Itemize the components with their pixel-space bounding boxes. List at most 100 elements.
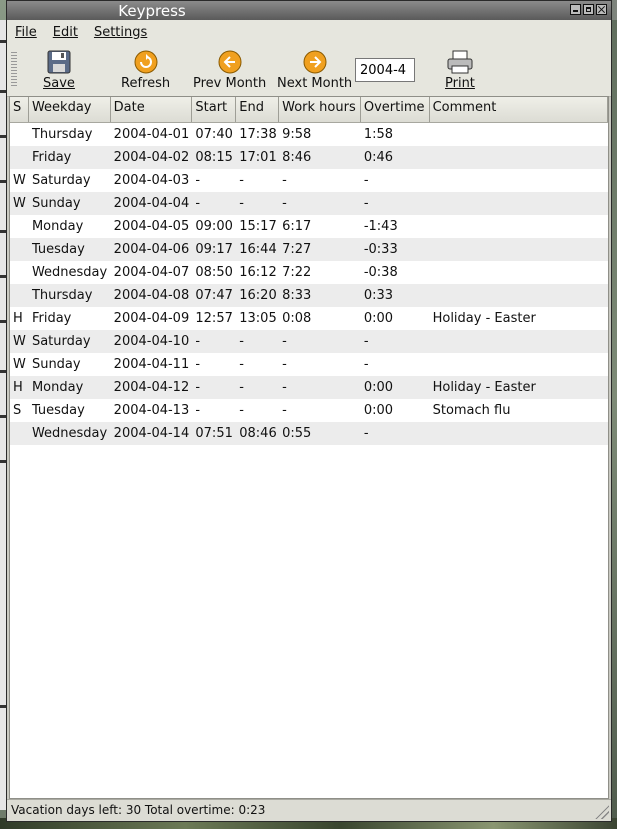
toolbar-grip[interactable] <box>11 52 17 86</box>
menu-file-label: File <box>15 24 37 40</box>
cell-weekday: Wednesday <box>31 426 108 441</box>
table-row[interactable]: W Saturday 2004-04-10- - - - <box>10 330 608 353</box>
cell-end: 16:44 <box>239 242 277 257</box>
cell-work-hours: - <box>282 403 287 418</box>
cell-date: 2004-04-01 <box>113 127 190 142</box>
cell-status: W <box>13 357 26 372</box>
cell-end: - <box>239 380 244 395</box>
cell-start: 08:15 <box>195 150 233 165</box>
arrow-left-icon <box>193 48 266 76</box>
printer-icon <box>445 48 475 76</box>
cell-date: 2004-04-02 <box>113 150 190 165</box>
refresh-button[interactable]: Refresh <box>121 48 170 92</box>
table-row[interactable]: Wednesday 2004-04-07 08:50 16:12 7:22 -0:38 <box>10 261 608 284</box>
column-header-overtime[interactable]: Overtime <box>360 97 430 122</box>
cell-work-hours: 9:58 <box>282 127 312 142</box>
cell-overtime: -0:33 <box>363 242 398 257</box>
month-input[interactable] <box>355 58 415 82</box>
table-row[interactable]: Friday 2004-04-02 08:15 17:01 8:46 0:46 <box>10 146 608 169</box>
menu-edit[interactable]: Edit <box>45 25 86 40</box>
cell-date: 2004-04-13 <box>113 403 190 418</box>
cell-work-hours: - <box>282 196 287 211</box>
menu-file[interactable]: File <box>7 25 45 40</box>
cell-overtime: -0:38 <box>363 265 398 280</box>
cell-overtime: 0:00 <box>363 311 394 326</box>
window-title: Keypress <box>118 2 186 20</box>
cell-comment: Stomach flu <box>432 403 511 418</box>
cell-start: - <box>195 380 201 395</box>
column-header-start[interactable]: Start <box>192 97 237 122</box>
cell-overtime: - <box>363 426 369 441</box>
close-button[interactable] <box>596 4 607 15</box>
cell-start: 09:00 <box>195 219 233 234</box>
cell-weekday: Saturday <box>31 173 91 188</box>
maximize-button[interactable] <box>583 4 594 15</box>
next-month-button-label: Next Month <box>277 76 353 91</box>
cell-date: 2004-04-09 <box>113 311 190 326</box>
print-button[interactable]: Print <box>445 48 475 92</box>
cell-weekday: Saturday <box>31 334 91 349</box>
title-bar[interactable]: Keypress <box>7 1 611 20</box>
cell-start: - <box>195 196 201 211</box>
cell-date: 2004-04-11 <box>113 357 190 372</box>
cell-start: 12:57 <box>195 311 233 326</box>
cell-start: - <box>195 173 201 188</box>
cell-weekday: Monday <box>31 380 84 395</box>
table-row[interactable]: S Tuesday 2004-04-13- - -0:00 Stomach flu <box>10 399 608 422</box>
column-header-end[interactable]: End <box>236 97 280 122</box>
cell-start: 07:51 <box>195 426 233 441</box>
table-row[interactable]: H Friday 2004-04-09 12:57 13:05 0:08 0:00 Holid… <box>10 307 608 330</box>
cell-date: 2004-04-08 <box>113 288 190 303</box>
save-button[interactable]: Save <box>43 48 75 92</box>
cell-work-hours: 6:17 <box>282 219 312 234</box>
next-month-button[interactable]: Next Month <box>277 48 352 92</box>
cell-start: 07:47 <box>195 288 233 303</box>
prev-month-button[interactable]: Prev Month <box>193 48 266 92</box>
cell-status: W <box>13 196 26 211</box>
cell-work-hours: 8:33 <box>282 288 312 303</box>
table-row[interactable]: Thursday 2004-04-01 07:40 17:38 9:58 1:58 <box>10 123 608 146</box>
table-row[interactable]: Monday 2004-04-05 09:00 15:17 6:17 -1:43 <box>10 215 608 238</box>
column-header-weekday[interactable]: Weekday <box>28 97 111 122</box>
cell-work-hours: 8:46 <box>282 150 312 165</box>
window-controls <box>570 4 607 15</box>
resize-grip-icon[interactable] <box>595 805 609 819</box>
minimize-button[interactable] <box>570 4 581 15</box>
cell-weekday: Monday <box>31 219 84 234</box>
cell-overtime: 0:33 <box>363 288 394 303</box>
menu-settings[interactable]: Settings <box>86 25 155 40</box>
column-header-comment[interactable]: Comment <box>429 97 608 122</box>
table-row[interactable]: W Saturday 2004-04-03- - - - <box>10 169 608 192</box>
cell-weekday: Thursday <box>31 127 93 142</box>
floppy-disk-icon <box>43 48 75 76</box>
cell-work-hours: - <box>282 357 287 372</box>
table-row[interactable]: H Monday 2004-04-12- - -0:00 Holiday - Easter <box>10 376 608 399</box>
cell-start: - <box>195 403 201 418</box>
table-row[interactable]: Thursday 2004-04-08 07:47 16:20 8:33 0:33 <box>10 284 608 307</box>
cell-end: 17:01 <box>239 150 277 165</box>
cell-weekday: Tuesday <box>31 403 85 418</box>
cell-end: - <box>239 334 244 349</box>
cell-start: - <box>195 334 201 349</box>
cell-date: 2004-04-10 <box>113 334 190 349</box>
table-row[interactable]: Tuesday 2004-04-06 09:17 16:44 7:27 -0:33 <box>10 238 608 261</box>
cell-end: 15:17 <box>239 219 277 234</box>
timesheet-table: S Weekday Date Start End Work hours Over… <box>9 96 609 799</box>
column-header-work-hours[interactable]: Work hours <box>279 97 361 122</box>
menu-edit-label: Edit <box>52 24 78 40</box>
column-header-status[interactable]: S <box>10 97 29 122</box>
cell-weekday: Sunday <box>31 196 81 211</box>
cell-end: 17:38 <box>239 127 277 142</box>
table-row[interactable]: W Sunday 2004-04-04- - - - <box>10 192 608 215</box>
cell-overtime: - <box>363 196 369 211</box>
cell-end: 16:20 <box>239 288 277 303</box>
table-row[interactable]: W Sunday 2004-04-11- - - - <box>10 353 608 376</box>
cell-work-hours: - <box>282 380 287 395</box>
cell-weekday: Thursday <box>31 288 93 303</box>
column-header-date[interactable]: Date <box>110 97 193 122</box>
table-row[interactable]: Wednesday 2004-04-14 07:51 08:46 0:55 - <box>10 422 608 445</box>
cell-date: 2004-04-03 <box>113 173 190 188</box>
toolbar: Save Refresh Prev Month Next Month Print <box>7 44 611 97</box>
status-text: Vacation days left: 30 Total overtime: 0… <box>11 803 266 817</box>
cell-start: 08:50 <box>195 265 233 280</box>
